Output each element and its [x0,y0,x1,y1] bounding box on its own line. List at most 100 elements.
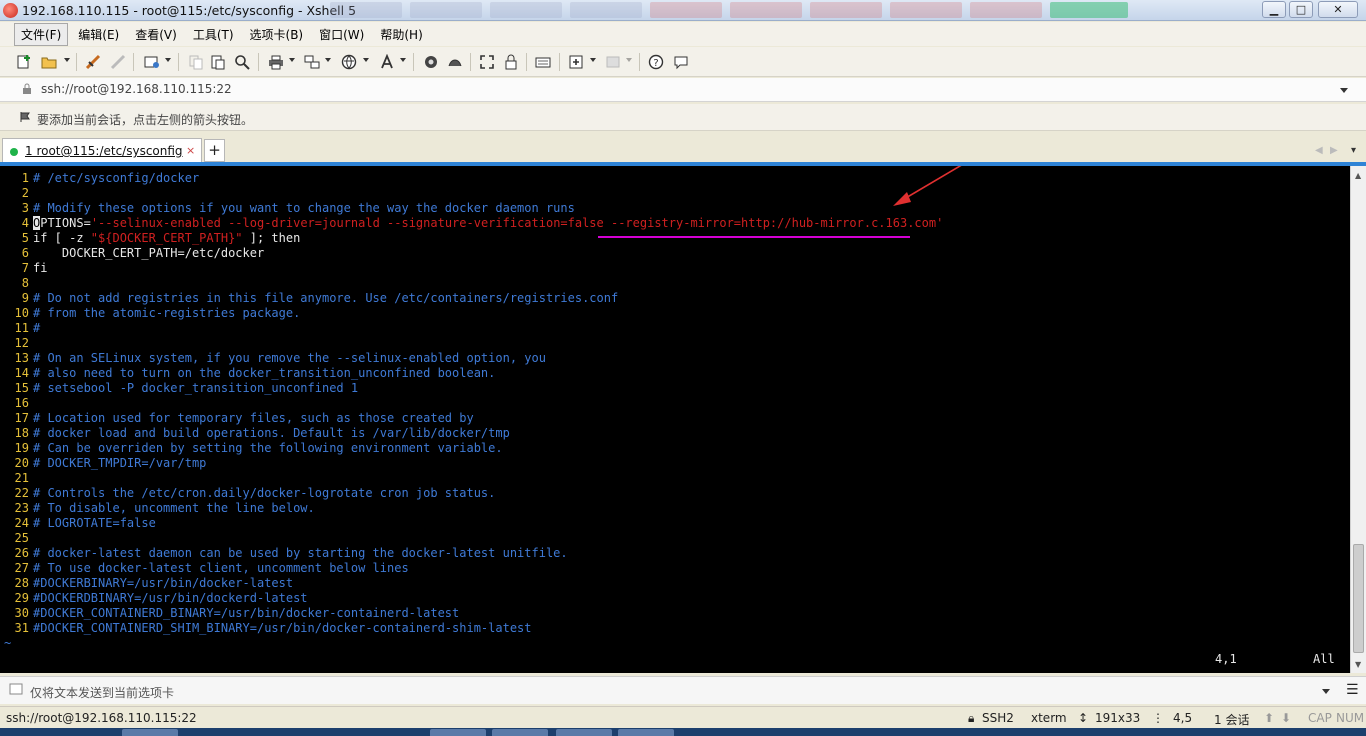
terminal-line: 23 # To disable, uncomment the line below… [14,501,315,515]
annotation-arrow-icon [893,166,962,206]
compose-menu-icon[interactable]: ☰ [1346,682,1359,698]
new-tab-dropdown-icon[interactable] [590,58,596,62]
menu-tools[interactable]: 工具(T) [187,24,240,45]
empty-line-marker: ~ [4,636,12,650]
terminal-line: 15 # setsebool -P docker_transition_uncon… [14,381,359,395]
scroll-thumb[interactable] [1353,544,1364,653]
paste-icon[interactable] [210,54,226,70]
menu-window[interactable]: 窗口(W) [313,24,370,45]
tab-scroll-left-icon[interactable]: ◀ [1315,145,1323,156]
xshell-app-icon [3,3,18,18]
globe-icon[interactable] [341,54,357,70]
lock-icon[interactable] [503,54,519,70]
address-input[interactable]: ssh://root@192.168.110.115:22 [41,82,232,96]
compose-dropdown-icon[interactable] [1322,689,1330,694]
xftp-icon[interactable] [423,54,439,70]
menu-edit[interactable]: 编辑(E) [72,24,125,45]
caps-lock-indicator: CAP [1308,711,1332,725]
toolbar: ? [0,47,1366,77]
address-history-dropdown-icon[interactable] [1340,88,1348,93]
menu-tabs[interactable]: 选项卡(B) [244,24,310,45]
layout-icon[interactable] [605,54,621,70]
globe-dropdown-icon[interactable] [363,58,369,62]
taskbar-button[interactable] [556,729,612,736]
new-tab-icon[interactable] [568,54,584,70]
status-lock-icon: 🔒︎ [968,711,975,725]
compose-input[interactable]: 仅将文本发送到当前选项卡 [30,684,174,701]
tab-session-1[interactable]: 1 root@115:/etc/sysconfig × [2,138,202,163]
terminal-line: 14 # also need to turn on the docker_tran… [14,366,496,380]
toolbar-separator [559,53,560,71]
tab-scroll-right-icon[interactable]: ▶ [1330,145,1338,156]
terminal-line: 10 # from the atomic-registries package. [14,306,301,320]
copy-icon[interactable] [188,54,204,70]
taskbar-button[interactable] [618,729,674,736]
tab-close-icon[interactable]: × [186,144,195,157]
preview-tab [810,2,882,18]
scroll-down-icon[interactable]: ▼ [1355,660,1361,669]
session-down-icon[interactable]: ⬇ [1281,711,1291,725]
menu-file[interactable]: 文件(F) [14,22,69,46]
status-size: 191x33 [1095,711,1141,725]
taskbar-button[interactable] [122,729,178,736]
session-up-icon[interactable]: ⬆ [1264,711,1274,725]
terminal-line: 19 # Can be overriden by setting the foll… [14,441,503,455]
scroll-up-icon[interactable]: ▲ [1355,171,1361,180]
maximize-button[interactable]: □ [1289,1,1313,18]
terminal-line: 13 # On an SELinux system, if you remove … [14,351,546,365]
chat-icon[interactable] [673,54,689,70]
script-icon[interactable] [447,54,463,70]
open-dropdown-icon[interactable] [64,58,70,62]
menu-view[interactable]: 查看(V) [129,24,183,45]
address-bar[interactable]: ssh://root@192.168.110.115:22 [0,78,1366,102]
tab-list-dropdown-icon[interactable]: ▾ [1351,145,1356,156]
print-dropdown-icon[interactable] [289,58,295,62]
terminal-line: 21 [14,471,29,485]
minimize-button[interactable]: ▁ [1262,1,1286,18]
find-icon[interactable] [234,54,250,70]
connected-status-icon [10,148,18,156]
taskbar-button[interactable] [492,729,548,736]
transfer-dropdown-icon[interactable] [325,58,331,62]
new-session-icon[interactable] [16,54,32,70]
fullscreen-icon[interactable] [479,54,495,70]
preview-tab [330,2,402,18]
status-terminal-type: xterm [1031,711,1067,725]
transfer-icon[interactable] [304,54,320,70]
terminal-line: 28 #DOCKERBINARY=/usr/bin/docker-latest [14,576,294,590]
terminal-line: 8 [21,276,29,290]
tab-strip: 1 root@115:/etc/sysconfig × + ◀ ▶ ▾ [0,138,1366,163]
terminal-line: 29 #DOCKERDBINARY=/usr/bin/dockerd-latest [14,591,308,605]
close-window-button[interactable]: ✕ [1318,1,1358,18]
add-tab-button[interactable]: + [204,139,225,162]
preview-tab [490,2,562,18]
terminal-line: 25 [14,531,29,545]
status-cursor: 4,5 [1173,711,1193,725]
preview-tab [570,2,642,18]
terminal-line: 3 # Modify these options if you want to c… [21,201,575,215]
font-dropdown-icon[interactable] [400,58,406,62]
help-icon[interactable]: ? [648,54,664,70]
terminal-line: 9 # Do not add registries in this file an… [21,291,619,305]
title-bar: 192.168.110.115 - root@115:/etc/sysconfi… [0,0,1366,21]
toolbar-separator [413,53,414,71]
preview-tab [730,2,802,18]
print-icon[interactable] [268,54,284,70]
taskbar-button[interactable] [430,729,486,736]
disconnect-icon[interactable] [110,54,126,70]
open-folder-icon[interactable] [41,54,57,70]
terminal-line: 1 # /etc/sysconfig/docker [21,171,200,185]
layout-dropdown-icon[interactable] [626,58,632,62]
font-icon[interactable] [379,53,395,70]
keyboard-icon[interactable] [535,54,551,70]
terminal-scrollbar[interactable]: ▲ ▼ [1350,166,1366,673]
compose-bar[interactable]: 仅将文本发送到当前选项卡 ☰ [0,676,1366,704]
properties-icon[interactable] [144,54,160,70]
os-taskbar [0,728,1366,736]
terminal-output[interactable]: 1 # /etc/sysconfig/docker 2 3 # Modify the… [0,166,1350,673]
terminal-line: 18 # docker load and build operations. De… [14,426,510,440]
add-session-arrow-icon[interactable] [19,111,31,126]
menu-help[interactable]: 帮助(H) [374,24,428,45]
reconnect-icon[interactable] [85,54,101,70]
properties-dropdown-icon[interactable] [165,58,171,62]
